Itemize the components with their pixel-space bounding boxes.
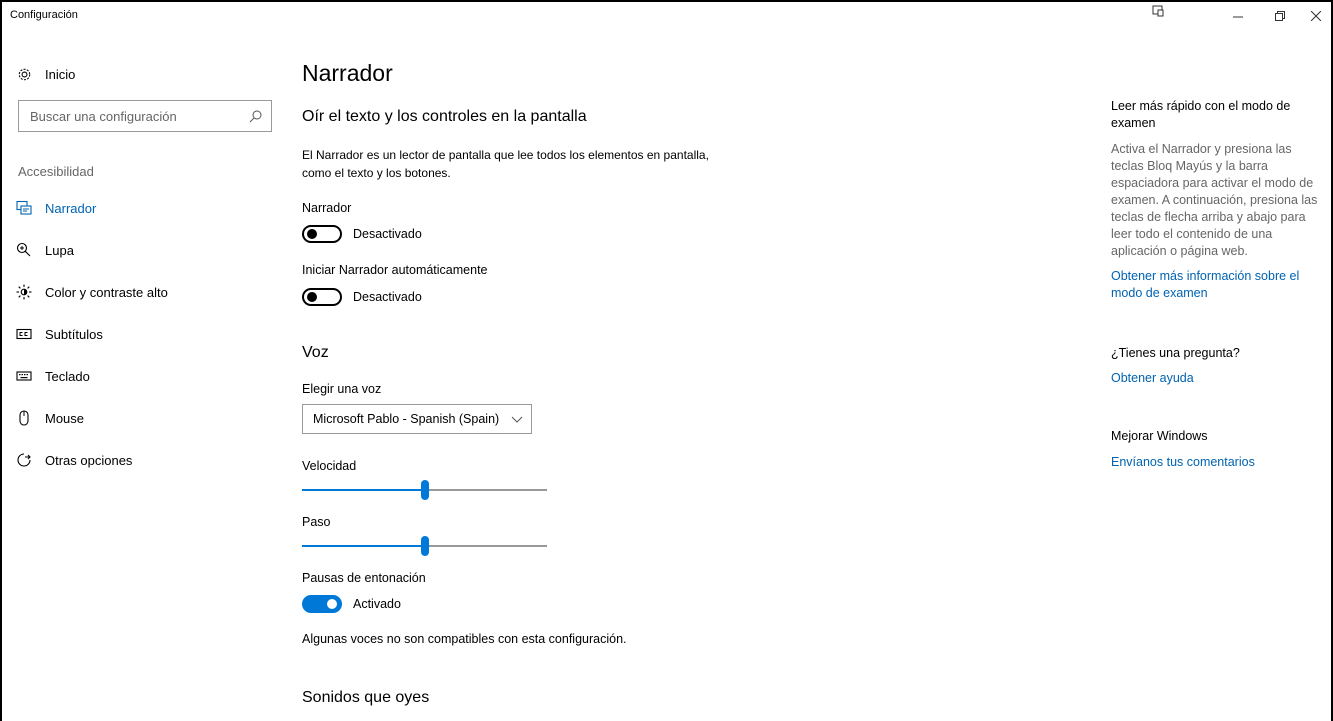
sidebar-item-lupa[interactable]: Lupa <box>16 232 74 268</box>
chevron-down-icon <box>511 414 523 424</box>
intonation-toggle[interactable] <box>302 595 342 613</box>
toggle-knob <box>327 599 337 609</box>
window-title: Configuración <box>10 9 78 21</box>
brightness-icon <box>16 284 32 300</box>
sidebar-item-narrador[interactable]: Narrador <box>16 190 96 226</box>
slider-fill <box>302 545 425 547</box>
section-subtitle: Oír el texto y los controles en la panta… <box>302 108 587 125</box>
sidebar-item-label: Subtítulos <box>45 326 103 342</box>
section-label-accessibility: Accesibilidad <box>18 164 94 179</box>
sidebar-item-label: Teclado <box>45 368 90 384</box>
sidebar-item-label: Mouse <box>45 410 85 426</box>
search-input[interactable]: Buscar una configuración <box>18 100 272 132</box>
narrator-toggle-row: Desactivado <box>302 225 422 243</box>
intonation-label: Pausas de entonación <box>302 571 426 585</box>
improve-heading: Mejorar Windows <box>1111 429 1208 443</box>
right-panel: Leer más rápido con el modo de examen Ac… <box>1111 30 1321 720</box>
pitch-label: Paso <box>302 515 331 529</box>
narrator-label: Narrador <box>302 201 352 215</box>
scan-mode-link[interactable]: Obtener más información sobre el modo de… <box>1111 268 1321 302</box>
voice-dropdown[interactable]: Microsoft Pablo - Spanish (Spain) <box>302 404 532 434</box>
sidebar-item-color-contraste[interactable]: Color y contraste alto <box>16 274 168 310</box>
sidebar-item-label: Narrador <box>45 200 97 216</box>
scan-mode-heading: Leer más rápido con el modo de examen <box>1111 99 1291 130</box>
keyboard-icon <box>16 368 32 384</box>
sidebar-item-label: Otras opciones <box>45 452 133 468</box>
mouse-icon <box>16 410 32 426</box>
autostart-toggle-row: Desactivado <box>302 288 422 306</box>
intonation-toggle-state: Activado <box>353 597 401 611</box>
closed-captions-icon <box>16 326 32 342</box>
narrator-toggle[interactable] <box>302 225 342 243</box>
feedback-link[interactable]: Envíanos tus comentarios <box>1111 454 1321 471</box>
narrator-icon <box>16 200 32 216</box>
voice-heading: Voz <box>302 344 329 361</box>
narrator-description: El Narrador es un lector de pantalla que… <box>302 148 709 180</box>
page-title: Narrador <box>302 60 393 86</box>
autostart-toggle-state: Desactivado <box>353 290 422 304</box>
sidebar-item-label: Lupa <box>45 242 74 258</box>
choose-voice-label: Elegir una voz <box>302 382 382 396</box>
compatibility-note: Algunas voces no son compatibles con est… <box>302 632 627 646</box>
autostart-toggle[interactable] <box>302 288 342 306</box>
search-placeholder: Buscar una configuración <box>30 108 177 124</box>
main-content: Narrador Oír el texto y los controles en… <box>302 30 1082 720</box>
intonation-toggle-row: Activado <box>302 595 401 613</box>
nav-home-label: Inicio <box>45 66 76 82</box>
other-options-icon <box>16 452 32 468</box>
narrator-toggle-state: Desactivado <box>353 227 422 241</box>
speed-label: Velocidad <box>302 459 357 473</box>
search-icon[interactable] <box>249 109 263 123</box>
sidebar-item-teclado[interactable]: Teclado <box>16 358 90 394</box>
sidebar-item-subtitulos[interactable]: Subtítulos <box>16 316 103 352</box>
speed-slider[interactable] <box>302 480 547 500</box>
nav-home[interactable]: Inicio <box>16 66 75 82</box>
sounds-heading: Sonidos que oyes <box>302 689 430 706</box>
scan-mode-text: Activa el Narrador y presiona las teclas… <box>1111 142 1318 258</box>
sidebar-item-label: Color y contraste alto <box>45 284 168 300</box>
autostart-label: Iniciar Narrador automáticamente <box>302 263 488 277</box>
toggle-knob <box>307 292 317 302</box>
slider-thumb[interactable] <box>420 480 429 500</box>
settings-window: Configuración Inicio Buscar una configur… <box>0 0 1333 721</box>
sidebar-item-otras-opciones[interactable]: Otras opciones <box>16 442 132 478</box>
title-bar: Configuración <box>2 2 1331 30</box>
sidebar-item-mouse[interactable]: Mouse <box>16 400 84 436</box>
close-button[interactable] <box>1298 2 1333 30</box>
toggle-knob <box>307 229 317 239</box>
restore-button[interactable] <box>1262 2 1298 30</box>
sidebar: Inicio Buscar una configuración Accesibi… <box>2 30 287 720</box>
get-help-link[interactable]: Obtener ayuda <box>1111 370 1321 387</box>
tablet-mode-icon[interactable] <box>1146 0 1170 22</box>
gear-icon <box>16 66 32 82</box>
magnifier-icon <box>16 242 32 258</box>
slider-thumb[interactable] <box>420 536 429 556</box>
minimize-button[interactable] <box>1220 2 1256 30</box>
slider-fill <box>302 489 425 491</box>
question-heading: ¿Tienes una pregunta? <box>1111 346 1240 360</box>
voice-selected: Microsoft Pablo - Spanish (Spain) <box>313 412 500 426</box>
pitch-slider[interactable] <box>302 536 547 556</box>
